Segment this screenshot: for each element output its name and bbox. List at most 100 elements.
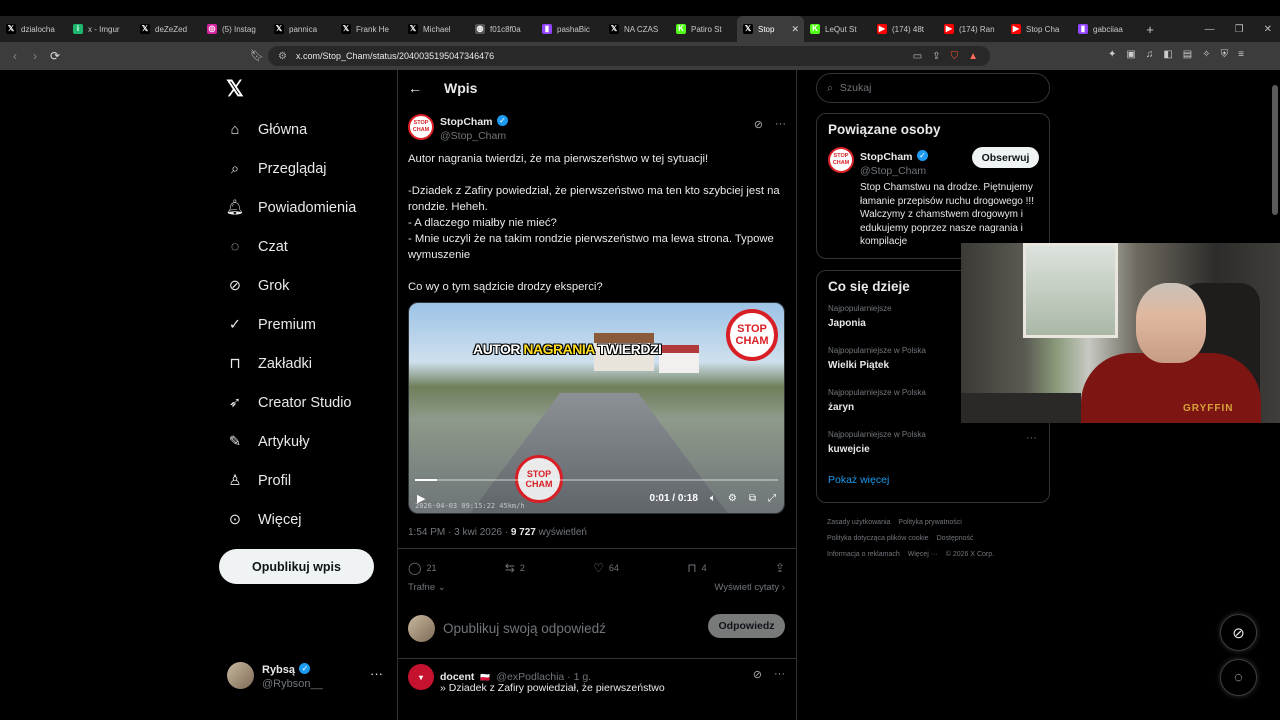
browser-tab[interactable]: ◎ (5) Instag: [201, 16, 268, 42]
footer-link[interactable]: Zasady użytkowania: [827, 519, 890, 526]
nav-item-person[interactable]: ♙ Profil: [226, 461, 356, 500]
footer-link[interactable]: Informacja o reklamach: [827, 551, 900, 558]
browser-tab[interactable]: 𝕏 NA CZAS: [603, 16, 670, 42]
account-switcher[interactable]: Rybsą ✓ @Rybson__ ···: [227, 660, 387, 690]
x-logo[interactable]: 𝕏: [226, 76, 244, 102]
menu-icon[interactable]: ≡: [1238, 49, 1244, 60]
tweet-time[interactable]: 1:54 PM · 3 kwi 2026 ·: [408, 527, 511, 538]
like-action[interactable]: ♡ 64: [593, 561, 619, 575]
related-person[interactable]: STOP CHAM StopCham ✓ @Stop_Cham Stop Cha…: [817, 141, 1049, 249]
grok-fab-icon[interactable]: ⊘: [1220, 614, 1257, 651]
footer-link[interactable]: Dostępność: [937, 535, 974, 542]
minimize-icon[interactable]: —: [1205, 24, 1215, 35]
browser-tab[interactable]: ▮ pashaBic: [536, 16, 603, 42]
browser-tab[interactable]: 𝕏deZeZed: [134, 16, 201, 42]
browser-tab[interactable]: 𝕏dzialocha: [0, 16, 67, 42]
footer-link[interactable]: Polityka prywatności: [898, 519, 961, 526]
extensions-icon[interactable]: ✦: [1108, 49, 1116, 60]
sort-dropdown[interactable]: Trafne ⌄: [408, 582, 446, 593]
nav-item-article[interactable]: ✎ Artykuły: [226, 422, 356, 461]
close-window-icon[interactable]: ✕: [1264, 24, 1272, 35]
follow-button[interactable]: Obserwuj: [972, 147, 1039, 168]
nav-item-home[interactable]: ⌂ Główna: [226, 110, 356, 149]
browser-tab[interactable]: ▶ (174) 48t: [871, 16, 938, 42]
play-icon[interactable]: ▶: [417, 492, 425, 505]
tweet-avatar[interactable]: STOP CHAM: [408, 114, 434, 140]
more-dots-icon[interactable]: ···: [774, 668, 785, 681]
video-progress[interactable]: [415, 479, 778, 481]
tweet-author-name[interactable]: StopCham: [440, 116, 493, 128]
install-icon[interactable]: ▭: [913, 51, 922, 62]
browser-tab[interactable]: i x - Imgur: [67, 16, 134, 42]
tweet-author-handle[interactable]: @Stop_Cham: [440, 130, 508, 142]
forward-icon[interactable]: ›: [25, 49, 45, 63]
back-arrow-icon[interactable]: ←: [408, 80, 422, 96]
footer-link[interactable]: © 2026 X Corp.: [946, 551, 994, 558]
tweet-video[interactable]: AUTOR NAGRANIA TWIERDZI STOP CHAM STOP C…: [408, 302, 785, 514]
pip-icon[interactable]: ⧉: [749, 493, 756, 504]
grok-icon[interactable]: ⊘: [753, 668, 762, 681]
rewards-icon[interactable]: ▲: [968, 51, 978, 62]
scrollbar-thumb[interactable]: [1272, 85, 1278, 215]
leo-icon[interactable]: ✧: [1202, 49, 1210, 60]
screenshot-icon[interactable]: ▣: [1126, 49, 1135, 60]
url-field[interactable]: ⚙ x.com/Stop_Cham/status/204003519504734…: [268, 46, 990, 66]
back-icon[interactable]: ‹: [5, 49, 25, 63]
browser-tab[interactable]: K Patiro St: [670, 16, 737, 42]
nav-item-bell[interactable]: 🔔︎ Powiadomienia: [226, 188, 357, 227]
browser-tab[interactable]: ▶ Stop Cha: [1005, 16, 1072, 42]
reply-avatar[interactable]: ▾: [408, 664, 434, 690]
person-avatar[interactable]: STOP CHAM: [828, 147, 854, 173]
more-dots-icon[interactable]: ···: [1026, 432, 1037, 444]
nav-item-chat[interactable]: ◌ Czat: [226, 227, 356, 266]
messages-fab-icon[interactable]: ◌: [1220, 659, 1257, 696]
nav-item-grok[interactable]: ⊘ Grok: [226, 266, 356, 305]
close-tab-icon[interactable]: ✕: [791, 24, 799, 35]
nav-item-rocket[interactable]: ➶ Creator Studio: [226, 383, 356, 422]
footer-link[interactable]: Polityka dotycząca plików cookie: [827, 535, 929, 542]
scrollbar[interactable]: [1272, 80, 1278, 700]
search-input[interactable]: ⌕ Szukaj: [816, 73, 1050, 103]
nav-item-more[interactable]: ⊙ Więcej: [226, 500, 356, 539]
nav-item-search[interactable]: ⌕ Przeglądaj: [226, 149, 356, 188]
restore-icon[interactable]: ❐: [1235, 24, 1244, 35]
fullscreen-icon[interactable]: ⤢: [768, 493, 776, 504]
sidebar-icon[interactable]: ◧: [1163, 49, 1172, 60]
reply-composer[interactable]: Opublikuj swoją odpowiedź Odpowiedz: [408, 612, 785, 644]
nav-item-premium[interactable]: ✓ Premium: [226, 305, 356, 344]
browser-tab[interactable]: 𝕏 Michael: [402, 16, 469, 42]
show-more-link[interactable]: Pokaż więcej: [817, 466, 1049, 496]
reply-action[interactable]: ◯ 21: [408, 561, 436, 575]
browser-tab[interactable]: 𝕏pannica: [268, 16, 335, 42]
reply-button[interactable]: Odpowiedz: [708, 614, 785, 638]
bookmark-action[interactable]: ⊓ 4: [687, 561, 706, 575]
brave-shield-icon[interactable]: ⛉: [951, 51, 959, 62]
reply-tweet[interactable]: ▾ docent 🇵🇱 @exPodlachia · 1 g. » Dziade…: [408, 664, 785, 694]
browser-tab[interactable]: ▶ (174) Ran: [938, 16, 1005, 42]
share-icon[interactable]: ⇪: [932, 51, 940, 62]
nav-item-bookmark[interactable]: ⊓ Zakładki: [226, 344, 356, 383]
reply-input[interactable]: Opublikuj swoją odpowiedź: [443, 621, 606, 636]
volume-icon[interactable]: 🔈︎: [710, 493, 716, 504]
site-settings-icon[interactable]: ⚙: [278, 51, 287, 62]
settings-gear-icon[interactable]: ⚙: [728, 493, 737, 504]
reload-icon[interactable]: ⟳: [45, 49, 65, 63]
more-dots-icon[interactable]: ···: [370, 666, 383, 681]
footer-link[interactable]: Więcej ···: [908, 551, 938, 558]
new-tab-button[interactable]: +: [1139, 22, 1161, 37]
person-name[interactable]: StopCham: [860, 151, 913, 163]
browser-tab[interactable]: ▮ gabciiaa: [1072, 16, 1139, 42]
bookmark-page-icon[interactable]: 🔖︎: [250, 49, 264, 62]
wallet-icon[interactable]: ▤: [1183, 49, 1192, 60]
browser-tab[interactable]: K LeQut St: [804, 16, 871, 42]
more-dots-icon[interactable]: ···: [775, 118, 786, 131]
browser-tab[interactable]: 𝕏 Frank He: [335, 16, 402, 42]
browser-tab[interactable]: ◍ f01c8f0a: [469, 16, 536, 42]
share-action[interactable]: ⇪: [775, 561, 785, 575]
post-button[interactable]: Opublikuj wpis: [219, 549, 374, 584]
media-icon[interactable]: ♫: [1146, 49, 1154, 60]
view-quotes-link[interactable]: Wyświetl cytaty ›: [714, 582, 785, 593]
repost-action[interactable]: ⇆ 2: [505, 561, 525, 575]
browser-tab[interactable]: 𝕏 Stop ✕: [737, 16, 804, 42]
trend-item[interactable]: Najpopularniejsze w Polska kuwejcie ···: [817, 424, 1049, 466]
